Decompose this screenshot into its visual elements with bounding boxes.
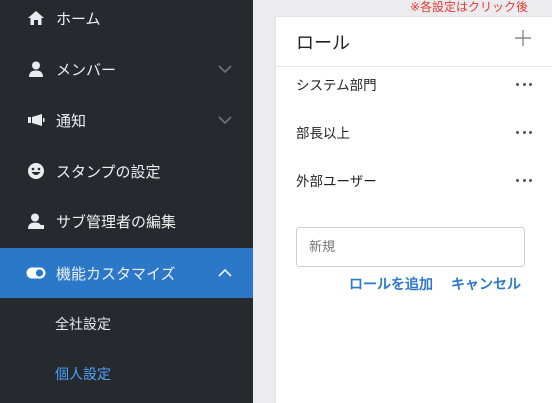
sidebar-item-label: メンバー [56, 60, 117, 79]
sidebar-item-home[interactable]: ホーム [0, 0, 253, 43]
sidebar-item-feature-customize[interactable]: 機能カスタマイズ [0, 248, 253, 298]
sidebar-subitem-personal-settings[interactable]: 個人設定 [0, 349, 253, 399]
admin-user-icon [26, 211, 46, 231]
sidebar-item-label: 通知 [56, 111, 87, 130]
chevron-up-icon[interactable] [217, 265, 233, 281]
panel-title: ロール [296, 33, 350, 54]
sidebar-item-label: 機能カスタマイズ [56, 264, 176, 283]
sidebar-item-label: サブ管理者の編集 [56, 212, 177, 231]
plus-icon[interactable] [514, 29, 532, 47]
more-icon[interactable] [516, 81, 532, 87]
sidebar-item-label: スタンプの設定 [56, 162, 161, 181]
sidebar-item-sub-admin[interactable]: サブ管理者の編集 [0, 196, 253, 246]
chevron-down-icon[interactable] [217, 61, 233, 77]
cancel-button[interactable]: キャンセル [451, 274, 521, 294]
sidebar-subitem-label: 個人設定 [55, 367, 111, 383]
sidebar-subitem-company-settings[interactable]: 全社設定 [0, 299, 253, 349]
role-label: 部長以上 [296, 126, 350, 142]
chevron-down-icon[interactable] [217, 112, 233, 128]
toggle-icon [26, 263, 46, 283]
role-panel: ロール システム部門 部長以上 外部ユーザー ロールを追加 キャンセル [275, 16, 552, 403]
role-item-manager[interactable]: 部長以上 [296, 120, 532, 144]
sidebar-item-label: ホーム [56, 9, 101, 28]
sidebar: ホーム メンバー 通知 スタンプの設定 サブ管理者の編集 機能カスタマイズ 全社… [0, 0, 253, 403]
more-icon[interactable] [516, 177, 532, 183]
sidebar-item-stamp-settings[interactable]: スタンプの設定 [0, 146, 253, 196]
smiley-icon [26, 161, 46, 181]
role-item-system[interactable]: システム部門 [296, 72, 532, 96]
role-item-external[interactable]: 外部ユーザー [296, 168, 532, 192]
sidebar-item-notifications[interactable]: 通知 [0, 95, 253, 145]
sidebar-item-members[interactable]: メンバー [0, 44, 253, 94]
home-icon [26, 8, 46, 28]
notice-text: ※各設定はクリック後 [410, 0, 529, 14]
user-icon [26, 59, 46, 79]
add-role-button[interactable]: ロールを追加 [349, 274, 433, 294]
new-role-input[interactable] [296, 227, 525, 267]
megaphone-icon [26, 110, 46, 130]
divider [276, 66, 552, 67]
role-label: システム部門 [296, 78, 377, 94]
role-label: 外部ユーザー [296, 174, 377, 190]
sidebar-subitem-label: 全社設定 [55, 317, 111, 333]
more-icon[interactable] [516, 129, 532, 135]
